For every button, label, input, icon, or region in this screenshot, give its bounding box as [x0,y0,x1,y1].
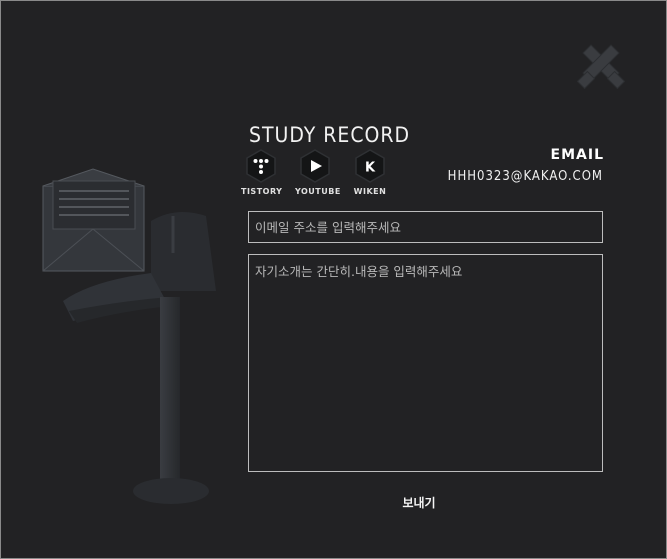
wiken-link[interactable]: K WIKEN [350,149,390,196]
page-title: STUDY RECORD [249,123,411,148]
email-title: EMAIL [550,147,604,163]
send-button[interactable]: 보내기 [391,491,447,513]
message-textarea[interactable] [248,254,603,472]
contact-panel: STUDY RECORD TISTORY YOUTUBE K WIKEN EMA… [0,0,667,559]
wiken-icon: K [355,149,385,183]
youtube-icon [300,149,330,183]
tistory-icon [246,149,276,183]
email-address[interactable]: HHH0323@KAKAO.COM [448,169,603,184]
wiken-label: WIKEN [353,187,387,196]
svg-text:K: K [365,161,376,176]
envelope-icon [42,168,145,272]
youtube-label: YOUTUBE [295,187,341,196]
email-input[interactable] [248,211,603,243]
close-icon[interactable] [573,39,629,95]
youtube-link[interactable]: YOUTUBE [295,149,341,196]
tistory-link[interactable]: TISTORY [241,149,283,196]
tistory-label: TISTORY [241,187,283,196]
